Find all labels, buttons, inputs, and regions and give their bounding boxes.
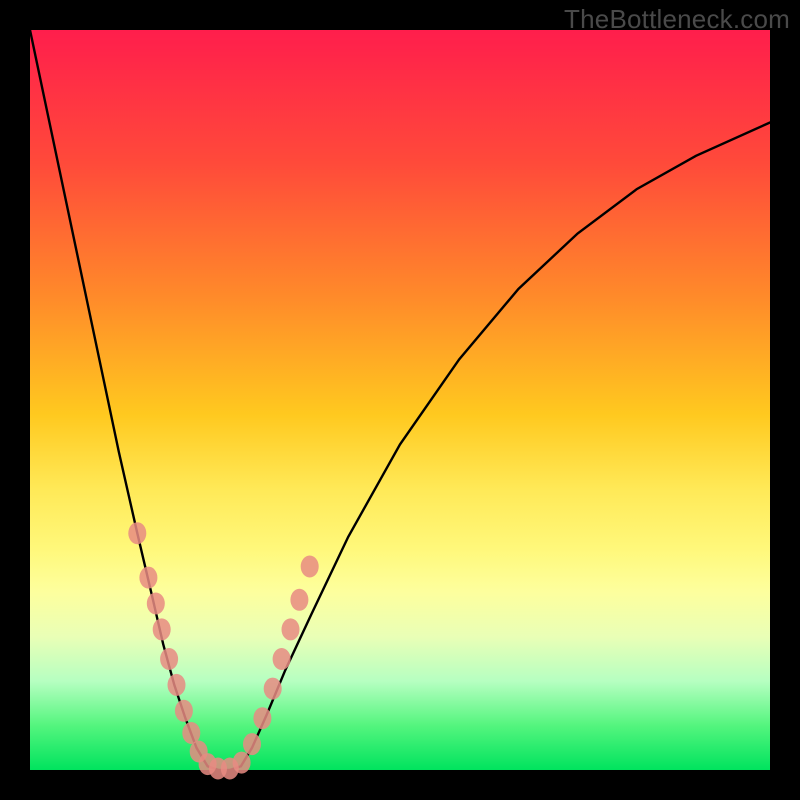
- sample-marker: [128, 522, 146, 544]
- sample-marker: [147, 593, 165, 615]
- sample-marker: [282, 618, 300, 640]
- sample-marker: [153, 618, 171, 640]
- marker-layer: [128, 522, 318, 779]
- sample-marker: [160, 648, 178, 670]
- sample-marker: [233, 752, 251, 774]
- outer-frame: TheBottleneck.com: [0, 0, 800, 800]
- sample-marker: [290, 589, 308, 611]
- sample-marker: [273, 648, 291, 670]
- sample-marker: [264, 678, 282, 700]
- sample-marker: [301, 556, 319, 578]
- sample-marker: [175, 700, 193, 722]
- sample-marker: [253, 707, 271, 729]
- sample-marker: [243, 733, 261, 755]
- curve-layer: [30, 30, 770, 770]
- sample-marker: [139, 567, 157, 589]
- bottleneck-curve: [30, 30, 770, 770]
- watermark-text: TheBottleneck.com: [564, 4, 790, 35]
- chart-svg: [30, 30, 770, 770]
- sample-marker: [168, 674, 186, 696]
